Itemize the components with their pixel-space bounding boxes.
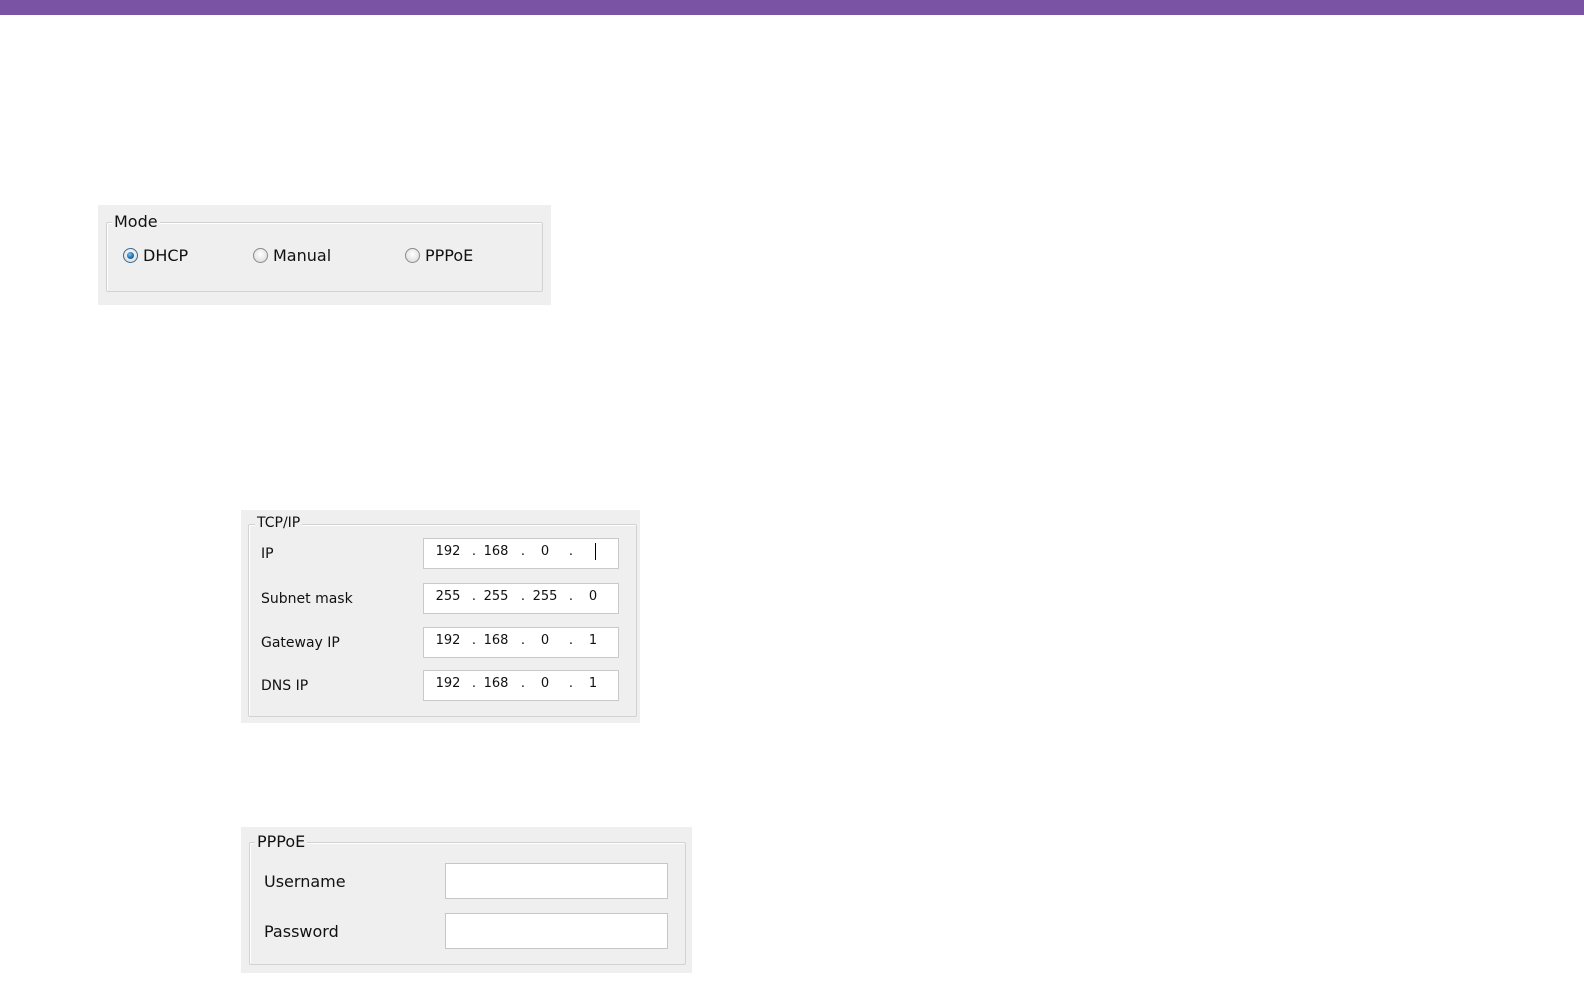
- ip-separator: .: [520, 589, 526, 604]
- text-caret: [595, 543, 596, 560]
- tcpip-group-title: TCP/IP: [255, 514, 303, 532]
- subnet-mask-label: Subnet mask: [261, 591, 353, 607]
- top-accent-bar: [0, 0, 1584, 15]
- password-field[interactable]: [445, 913, 668, 949]
- subnet-octet-1[interactable]: 255: [433, 589, 463, 604]
- dns-octet-2[interactable]: 168: [481, 676, 511, 691]
- radio-dhcp[interactable]: DHCP: [123, 246, 188, 265]
- ip-separator: .: [568, 676, 574, 691]
- gateway-ip-label: Gateway IP: [261, 635, 340, 651]
- radio-pppoe-indicator[interactable]: [405, 248, 420, 263]
- radio-selected-dot: [127, 252, 134, 259]
- ip-separator: .: [471, 544, 477, 559]
- ip-separator: .: [471, 633, 477, 648]
- password-label: Password: [264, 922, 339, 941]
- ip-separator: .: [520, 633, 526, 648]
- ip-label: IP: [261, 546, 274, 562]
- radio-pppoe[interactable]: PPPoE: [405, 246, 473, 265]
- ip-separator: .: [520, 544, 526, 559]
- subnet-mask-input[interactable]: 255 . 255 . 255 . 0: [423, 583, 619, 614]
- dns-octet-3[interactable]: 0: [530, 676, 560, 691]
- ip-octet-1[interactable]: 192: [433, 544, 463, 559]
- gateway-octet-1[interactable]: 192: [433, 633, 463, 648]
- radio-manual-label: Manual: [273, 246, 332, 265]
- ip-separator: .: [520, 676, 526, 691]
- mode-panel: Mode DHCP Manual PPPoE: [98, 205, 551, 305]
- gateway-octet-4[interactable]: 1: [578, 633, 608, 648]
- ip-separator: .: [568, 589, 574, 604]
- pppoe-group-title: PPPoE: [255, 832, 308, 851]
- mode-group-title: Mode: [112, 212, 160, 231]
- radio-dhcp-label: DHCP: [143, 246, 189, 265]
- ip-octet-3[interactable]: 0: [530, 544, 560, 559]
- gateway-octet-3[interactable]: 0: [530, 633, 560, 648]
- subnet-octet-3[interactable]: 255: [530, 589, 560, 604]
- gateway-ip-row: Gateway IP 192 . 168 . 0 . 1: [241, 627, 640, 659]
- subnet-octet-4[interactable]: 0: [578, 589, 608, 604]
- subnet-mask-row: Subnet mask 255 . 255 . 255 . 0: [241, 583, 640, 615]
- gateway-ip-input[interactable]: 192 . 168 . 0 . 1: [423, 627, 619, 658]
- dns-ip-row: DNS IP 192 . 168 . 0 . 1: [241, 670, 640, 702]
- subnet-octet-2[interactable]: 255: [481, 589, 511, 604]
- ip-separator: .: [568, 633, 574, 648]
- dns-ip-input[interactable]: 192 . 168 . 0 . 1: [423, 670, 619, 701]
- dns-octet-1[interactable]: 192: [433, 676, 463, 691]
- pppoe-panel: PPPoE Username Password: [241, 827, 692, 973]
- dns-octet-4[interactable]: 1: [578, 676, 608, 691]
- ip-separator: .: [471, 589, 477, 604]
- radio-manual[interactable]: Manual: [253, 246, 331, 265]
- ip-separator: .: [471, 676, 477, 691]
- username-field[interactable]: [445, 863, 668, 899]
- ip-separator: .: [568, 544, 574, 559]
- radio-manual-indicator[interactable]: [253, 248, 268, 263]
- tcpip-panel: TCP/IP IP 192 . 168 . 0 . Subnet mask 25…: [241, 510, 640, 723]
- radio-dhcp-indicator[interactable]: [123, 248, 138, 263]
- radio-pppoe-label: PPPoE: [425, 246, 474, 265]
- ip-address-input[interactable]: 192 . 168 . 0 .: [423, 538, 619, 569]
- dns-ip-label: DNS IP: [261, 678, 309, 694]
- gateway-octet-2[interactable]: 168: [481, 633, 511, 648]
- ip-row: IP 192 . 168 . 0 .: [241, 538, 640, 570]
- ip-octet-2[interactable]: 168: [481, 544, 511, 559]
- username-label: Username: [264, 872, 346, 891]
